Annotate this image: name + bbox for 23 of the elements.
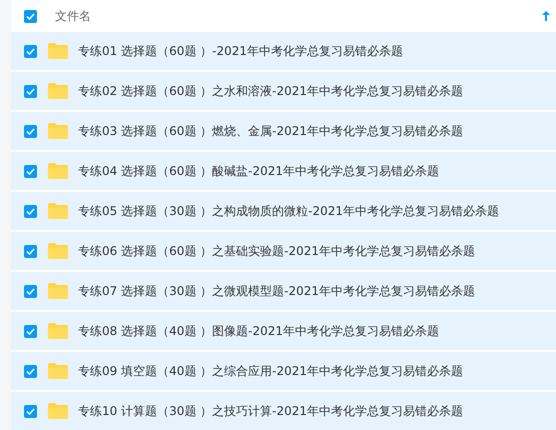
folder-icon [48, 43, 68, 59]
folder-icon [48, 203, 68, 219]
checkbox[interactable] [24, 364, 37, 378]
checkbox[interactable] [24, 164, 37, 178]
sort-arrow-icon[interactable] [542, 11, 550, 21]
folder-icon [48, 123, 68, 139]
checkbox[interactable] [24, 124, 37, 138]
folder-icon [48, 163, 68, 179]
checkbox[interactable] [24, 404, 37, 418]
checkbox[interactable] [24, 10, 37, 22]
folder-icon [48, 243, 68, 259]
folder-icon [48, 323, 68, 339]
checkbox[interactable] [24, 324, 37, 338]
checkbox[interactable] [24, 244, 37, 258]
column-header[interactable]: 文件名 [55, 8, 542, 24]
folder-icon [48, 83, 68, 99]
folder-icon [48, 403, 68, 419]
folder-icon [48, 283, 68, 299]
folder-icon [48, 363, 68, 379]
checkbox[interactable] [24, 84, 37, 98]
checkbox[interactable] [24, 284, 37, 298]
checkbox[interactable] [24, 204, 37, 218]
checkbox[interactable] [24, 44, 37, 58]
